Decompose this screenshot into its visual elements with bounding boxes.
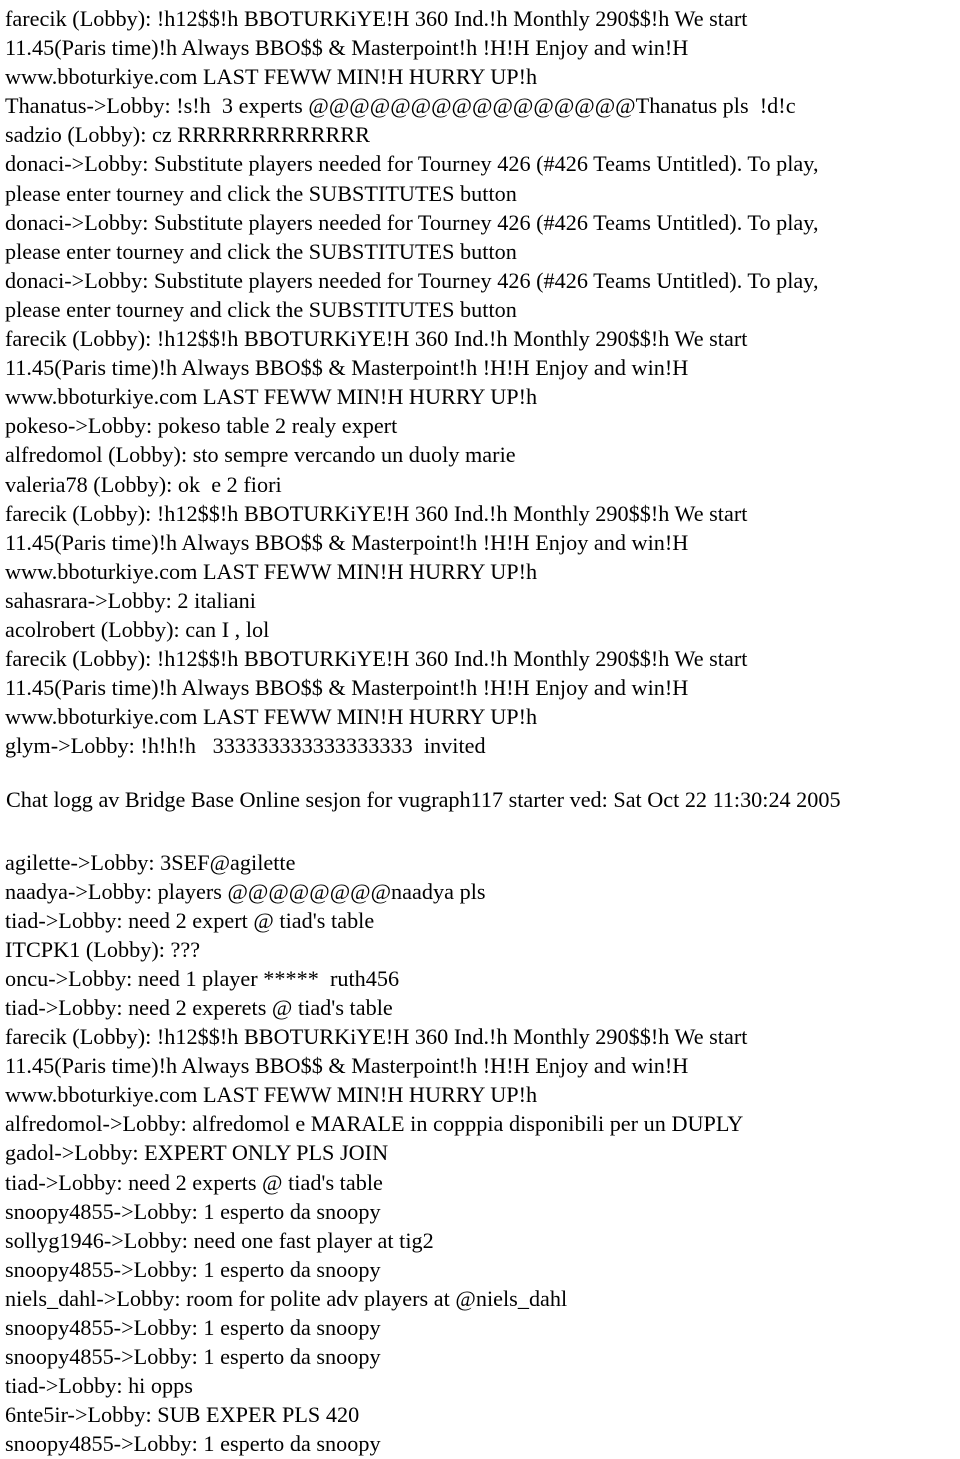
document-page: farecik (Lobby): !h12$$!h BBOTURKiYE!H 3… (0, 0, 960, 1456)
chat-log-line: farecik (Lobby): !h12$$!h BBOTURKiYE!H 3… (5, 1024, 748, 1050)
chat-log-bottom-block: agilette->Lobby: 3SEF@agilette naadya->Lo… (0, 844, 960, 1459)
chat-log-line: glym->Lobby: !h!h!h 333333333333333333 i… (5, 733, 486, 759)
chat-log-line: snoopy4855->Lobby: 1 esperto da snoopy (5, 1315, 381, 1341)
chat-log-line: acolrobert (Lobby): can I , lol (5, 616, 270, 642)
chat-log-line: tiad->Lobby: hi opps (5, 1373, 193, 1399)
chat-log-line: snoopy4855->Lobby: 1 esperto da snoopy (5, 1256, 381, 1282)
chat-log-line: sollyg1946->Lobby: need one fast player … (5, 1227, 434, 1253)
chat-log-line: valeria78 (Lobby): ok e 2 fiori (5, 471, 282, 497)
chat-log-line: ITCPK1 (Lobby): ??? (5, 936, 201, 962)
chat-log-line: gadol->Lobby: EXPERT ONLY PLS JOIN (5, 1140, 389, 1166)
chat-log-line: farecik (Lobby): !h12$$!h BBOTURKiYE!H 3… (5, 6, 748, 31)
chat-log-line: agilette->Lobby: 3SEF@agilette (5, 849, 296, 875)
chat-log-line: 11.45(Paris time)!h Always BBO$$ & Maste… (5, 35, 689, 61)
chat-log-line: donaci->Lobby: Substitute players needed… (5, 209, 819, 235)
chat-log-line: tiad->Lobby: need 2 expert @ tiad's tabl… (5, 907, 375, 933)
chat-log-line: www.bboturkiye.com LAST FEWW MIN!H HURRY… (5, 64, 538, 90)
chat-log-line: alfredomol->Lobby: alfredomol e MARALE i… (5, 1111, 744, 1137)
chat-log-line: Thanatus->Lobby: !s!h 3 experts @@@@@@@@… (5, 93, 796, 119)
chat-log-line: please enter tourney and click the SUBST… (5, 296, 517, 322)
chat-log-line: snoopy4855->Lobby: 1 esperto da snoopy (5, 1431, 381, 1457)
chat-log-line: snoopy4855->Lobby: 1 esperto da snoopy (5, 1344, 381, 1370)
chat-log-line: www.bboturkiye.com LAST FEWW MIN!H HURRY… (5, 1082, 538, 1108)
chat-log-line: farecik (Lobby): !h12$$!h BBOTURKiYE!H 3… (5, 500, 748, 526)
chat-log-line: 11.45(Paris time)!h Always BBO$$ & Maste… (5, 1053, 689, 1079)
chat-log-line: sadzio (Lobby): cz RRRRRRRRRRRRR (5, 122, 370, 148)
chat-log-line: alfredomol (Lobby): sto sempre vercando … (5, 442, 516, 468)
chat-log-line: 11.45(Paris time)!h Always BBO$$ & Maste… (5, 529, 689, 555)
chat-log-line: naadya->Lobby: players @@@@@@@@naadya pl… (5, 878, 486, 904)
chat-log-line: please enter tourney and click the SUBST… (5, 238, 517, 264)
chat-log-line: donaci->Lobby: Substitute players needed… (5, 267, 819, 293)
chat-log-line: sahasrara->Lobby: 2 italiani (5, 587, 256, 613)
chat-log-line: www.bboturkiye.com LAST FEWW MIN!H HURRY… (5, 384, 538, 410)
chat-log-line: tiad->Lobby: need 2 experts @ tiad's tab… (5, 1169, 383, 1195)
chat-log-line: farecik (Lobby): !h12$$!h BBOTURKiYE!H 3… (5, 646, 748, 672)
chat-log-line: 6nte5ir->Lobby: SUB EXPER PLS 420 (5, 1402, 360, 1428)
chat-log-line: please enter tourney and click the SUBST… (5, 180, 517, 206)
chat-log-line: oncu->Lobby: need 1 player ***** ruth456 (5, 965, 400, 991)
session-header-line: Chat logg av Bridge Base Online sesjon f… (6, 787, 841, 813)
chat-log-top-block: farecik (Lobby): !h12$$!h BBOTURKiYE!H 3… (0, 0, 960, 760)
chat-log-line: www.bboturkiye.com LAST FEWW MIN!H HURRY… (5, 558, 538, 584)
chat-log-line: www.bboturkiye.com LAST FEWW MIN!H HURRY… (5, 704, 538, 730)
chat-log-line: niels_dahl->Lobby: room for polite adv p… (5, 1285, 568, 1311)
chat-log-line: snoopy4855->Lobby: 1 esperto da snoopy (5, 1198, 381, 1224)
chat-log-line: 11.45(Paris time)!h Always BBO$$ & Maste… (5, 675, 689, 701)
chat-log-line: donaci->Lobby: Substitute players needed… (5, 151, 819, 177)
chat-log-line: tiad->Lobby: need 2 experets @ tiad's ta… (5, 995, 393, 1020)
chat-log-line: pokeso->Lobby: pokeso table 2 realy expe… (5, 413, 398, 439)
chat-log-line: farecik (Lobby): !h12$$!h BBOTURKiYE!H 3… (5, 326, 748, 352)
chat-log-line: 11.45(Paris time)!h Always BBO$$ & Maste… (5, 355, 689, 381)
